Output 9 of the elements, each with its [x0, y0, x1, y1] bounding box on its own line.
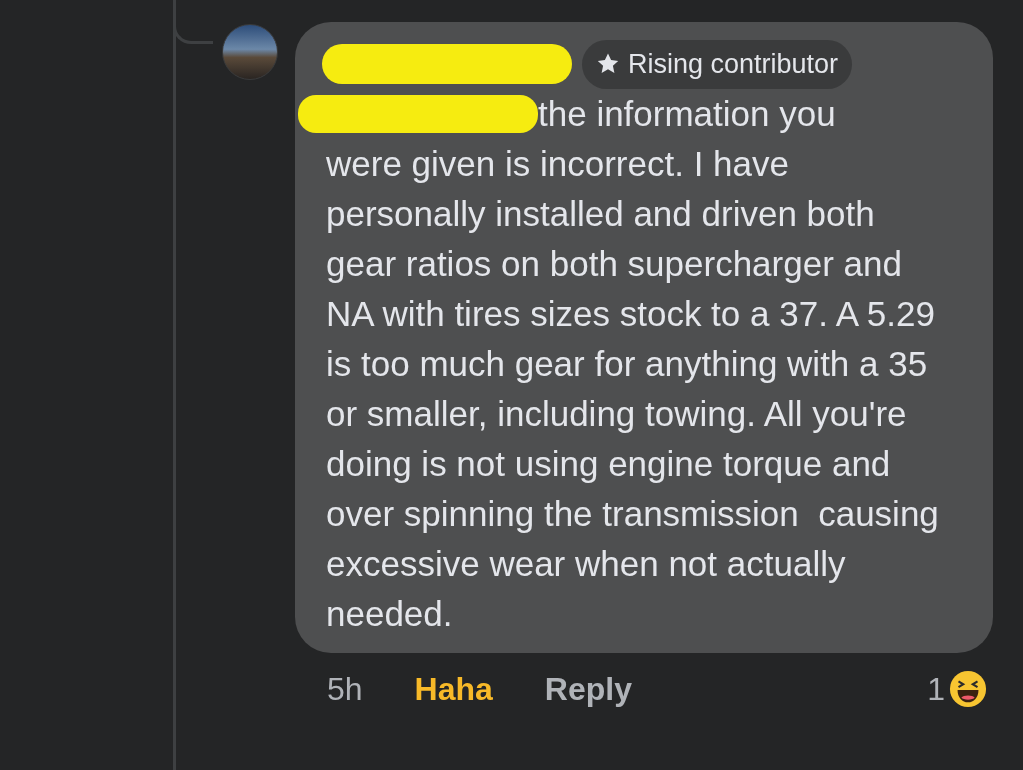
avatar-photo-placeholder[interactable]	[222, 24, 278, 80]
contributor-badge: Rising contributor	[582, 40, 853, 89]
haha-reaction-link[interactable]: Haha	[414, 664, 493, 713]
comment-text: the information you	[538, 92, 836, 135]
comment-text: were given is incorrect. I have personally installed and driven both gear ratios on both supercharger and NA with tires sizes stock to a 37. A 5.29 is too much gear for anything with a 35 or smaller, including towing. All you're doing is not using engine torque and over spinning the transmission causing excessive wear when not actually needed.	[326, 142, 940, 635]
reply-link[interactable]: Reply	[544, 664, 632, 713]
laughing-emoji-icon[interactable]	[949, 669, 987, 708]
reaction-count: 1	[927, 669, 945, 709]
comment-time: 5h	[327, 669, 363, 709]
